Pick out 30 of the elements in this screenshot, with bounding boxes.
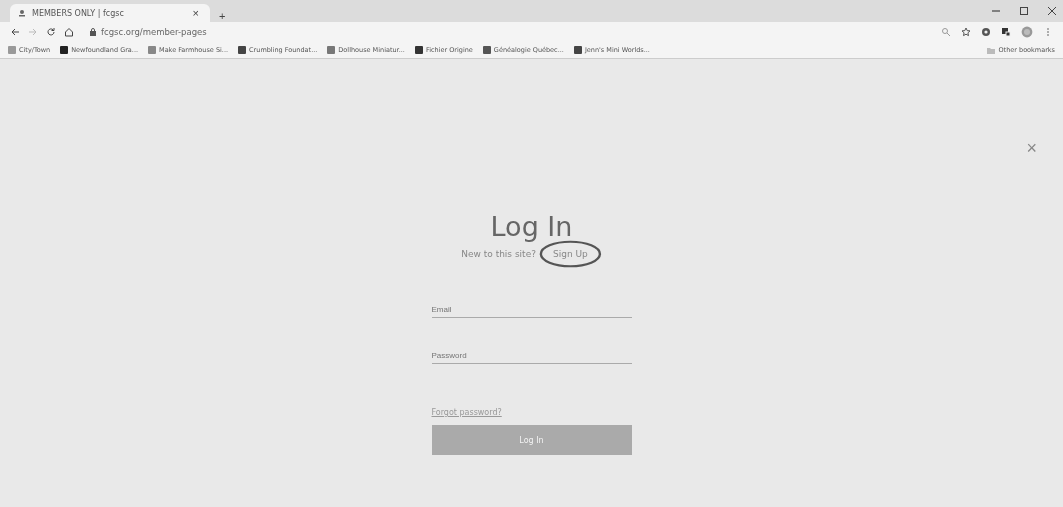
reload-icon[interactable]: [46, 27, 56, 37]
address-bar[interactable]: fcgsc.org/member-pages: [101, 27, 207, 37]
maximize-icon[interactable]: [1019, 6, 1029, 16]
tab-title: MEMBERS ONLY | fcgsc: [32, 8, 125, 18]
bookmark-favicon-icon: [414, 46, 423, 54]
input-field[interactable]: Email: [431, 302, 632, 318]
back-icon[interactable]: [10, 27, 20, 37]
signup-prompt: New to this site?: [461, 249, 536, 259]
extension-icon[interactable]: [981, 27, 991, 37]
bookmark-favicon-icon: [573, 46, 582, 54]
lock-icon: [90, 28, 96, 36]
input-field[interactable]: Password: [431, 348, 632, 364]
site-icon: [18, 9, 26, 17]
login-heading: Log In: [490, 211, 573, 242]
home-icon[interactable]: [64, 27, 74, 37]
bookmark-favicon-icon: [327, 46, 336, 54]
bookmark-favicon-icon: [8, 46, 16, 54]
new-tab-button[interactable]: +: [216, 10, 229, 22]
close-tab-button[interactable]: ×: [189, 7, 202, 19]
close-icon[interactable]: [1047, 6, 1057, 16]
extension-icon[interactable]: [1001, 27, 1011, 37]
star-icon[interactable]: [961, 27, 971, 37]
folder-icon: [987, 46, 996, 54]
bookmark-favicon-icon: [60, 46, 69, 54]
zoom-icon[interactable]: [941, 27, 951, 37]
bookmark-favicon-icon: [238, 46, 247, 54]
bookmark-favicon-icon: [482, 46, 491, 54]
bookmark-favicon-icon: [148, 46, 157, 54]
browser-tab[interactable]: MEMBERS ONLY | fcgsc ×: [10, 4, 210, 22]
profile-avatar-icon[interactable]: [1021, 26, 1033, 38]
